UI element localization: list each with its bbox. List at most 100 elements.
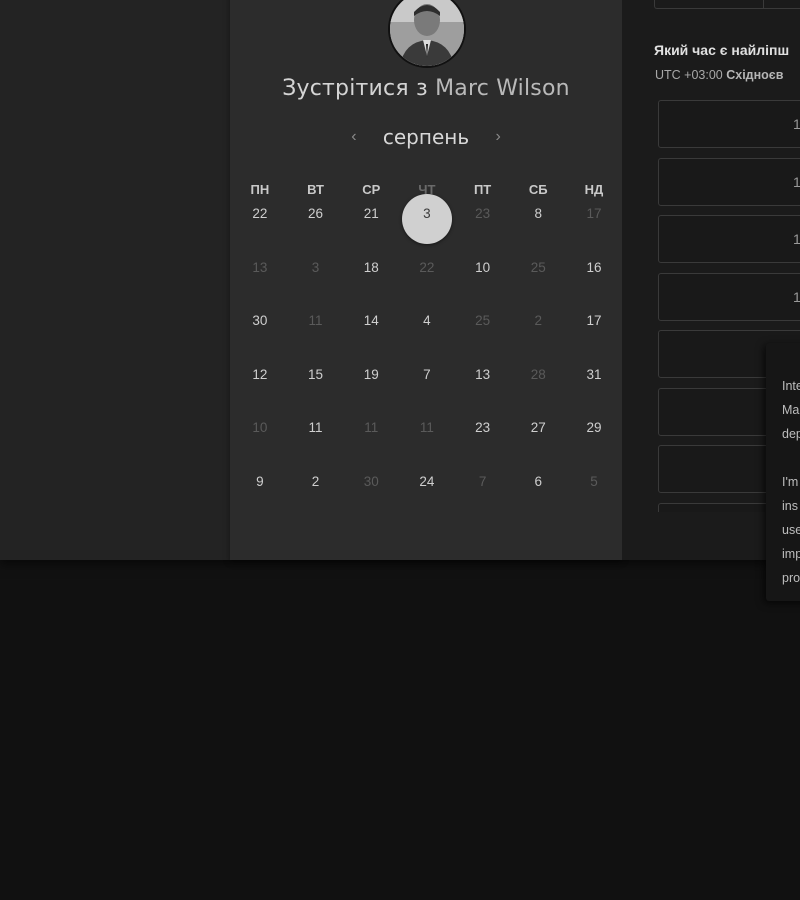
weekday-wed: СР — [362, 182, 381, 197]
time-slot[interactable]: 1 — [658, 272, 800, 321]
calendar-day: 13 — [232, 254, 288, 308]
calendar-day-number: 21 — [363, 206, 379, 221]
calendar-day-number: 9 — [256, 473, 264, 489]
time-slot[interactable]: 1 — [658, 215, 800, 263]
calendar-days-grid: 22 26 21 3 23 8 17 13 3 18 22 10 25 16 30 11 14 4 25 2 17 12 1… — [232, 194, 624, 522]
calendar-day: 2 — [510, 307, 566, 361]
calendar-day[interactable]: 12 — [232, 361, 288, 415]
weekday-mon: ПН — [250, 182, 270, 197]
calendar-day[interactable]: 11 — [288, 414, 344, 468]
calendar-day[interactable]: 8 — [510, 200, 566, 254]
calendar-day: 23 — [455, 200, 511, 254]
calendar-day-number: 13 — [252, 259, 268, 275]
calendar-day-number: 17 — [586, 206, 602, 221]
calendar-day[interactable]: 23 — [455, 414, 511, 468]
calendar-day: 11 — [288, 307, 344, 361]
calendar-day-number: 10 — [475, 259, 491, 275]
weekday-fri: ПТ — [473, 182, 492, 197]
time-slot-label: 1 — [793, 231, 800, 247]
calendar-day: 3 — [288, 254, 344, 308]
calendar-day[interactable]: 22 — [232, 200, 288, 254]
calendar-day[interactable]: 4 — [399, 307, 455, 361]
calendar-day[interactable]: 15 — [288, 361, 344, 415]
time-slot[interactable]: 1 — [658, 100, 800, 148]
calendar-day: 7 — [455, 468, 511, 522]
time-question: Який час є найліпш — [654, 42, 790, 58]
calendar-day: 5 — [566, 468, 622, 522]
calendar-day-number: 29 — [586, 420, 602, 436]
calendar-day-number: 22 — [419, 259, 435, 275]
month-navigation: ‹ серпень › — [230, 122, 622, 152]
calendar-day-number: 2 — [534, 313, 543, 329]
calendar-day[interactable]: 13 — [455, 361, 511, 415]
calendar-day[interactable]: 17 — [566, 307, 622, 361]
calendar-day-number: 3 — [311, 259, 320, 275]
calendar-day[interactable]: 18 — [343, 254, 399, 308]
calendar-day-number: 18 — [363, 259, 379, 275]
calendar-day[interactable]: 6 — [510, 468, 566, 522]
calendar-day: 10 — [232, 414, 288, 468]
timezone-label[interactable]: UTC +03:00 Східноєв — [655, 68, 783, 82]
timezone-name: Східноєв — [726, 68, 784, 82]
calendar-day-number: 31 — [586, 366, 602, 382]
calendar-day-number: 15 — [308, 366, 324, 382]
calendar-day[interactable]: 19 — [343, 361, 399, 415]
view-toggle[interactable] — [654, 0, 800, 9]
calendar-day: 17 — [566, 200, 622, 254]
time-slot-label: 1 — [793, 173, 800, 190]
calendar-day-number: 22 — [252, 206, 268, 221]
calendar-day-number: 4 — [423, 313, 431, 329]
calendar-day[interactable]: 26 — [288, 200, 344, 254]
calendar-day-number: 13 — [475, 366, 491, 382]
weekday-tue: ВТ — [307, 182, 324, 197]
calendar-day[interactable]: 21 — [343, 200, 399, 254]
calendar-day-number: 11 — [308, 420, 323, 436]
weekday-sun: НД — [584, 182, 604, 197]
calendar-day: 30 — [343, 468, 399, 522]
time-slot-label: 1 — [793, 288, 800, 305]
calendar-day-number: 24 — [419, 473, 435, 489]
calendar-day[interactable]: 7 — [399, 361, 455, 415]
calendar-day-number: 25 — [530, 259, 546, 275]
calendar-day[interactable]: 24 — [399, 468, 455, 522]
calendar-day-selected[interactable]: 3 — [399, 194, 455, 254]
calendar-card: Зустрітися з Marc Wilson ‹ серпень › ПН … — [230, 0, 622, 560]
calendar-day-number: 26 — [308, 206, 324, 221]
calendar-day[interactable]: 30 — [232, 307, 288, 361]
calendar-day-number: 30 — [363, 473, 379, 489]
time-slot[interactable]: 1 — [658, 157, 800, 206]
calendar-day-number: 11 — [364, 420, 379, 436]
chevron-right-icon[interactable]: › — [487, 128, 509, 146]
calendar-day-number: 23 — [475, 206, 491, 221]
calendar-day-number: 5 — [590, 473, 598, 489]
calendar-day-number: 12 — [252, 366, 268, 382]
calendar-day-number: 7 — [423, 366, 431, 382]
avatar — [388, 0, 466, 68]
calendar-day: 11 — [343, 414, 399, 468]
host-name: Marc Wilson — [435, 76, 570, 101]
calendar-day[interactable]: 31 — [566, 361, 622, 415]
calendar-day-number: 3 — [423, 206, 431, 221]
calendar-day-number: 30 — [252, 313, 268, 329]
calendar-day[interactable]: 27 — [510, 414, 566, 468]
calendar-day: 11 — [399, 414, 455, 468]
calendar-day[interactable]: 29 — [566, 414, 622, 468]
calendar-day[interactable]: 16 — [566, 254, 622, 308]
calendar-day[interactable]: 14 — [343, 307, 399, 361]
calendar-day-number: 6 — [534, 473, 543, 489]
meeting-title: Зустрітися з Marc Wilson — [230, 76, 622, 101]
calendar-day: 25 — [455, 307, 511, 361]
calendar-day-number: 17 — [586, 313, 602, 329]
host-bio-popover: Inte Ma dep I'm ins use imp pro — [766, 343, 800, 601]
weekday-sat: СБ — [528, 182, 548, 197]
calendar-day-number: 25 — [475, 313, 491, 329]
chevron-left-icon[interactable]: ‹ — [343, 128, 365, 146]
calendar-day-number: 23 — [475, 420, 491, 436]
timezone-offset: UTC +03:00 — [655, 68, 723, 82]
calendar-day[interactable]: 9 — [232, 468, 288, 522]
meeting-title-prefix: Зустрітися з — [282, 76, 428, 101]
calendar-day[interactable]: 2 — [288, 468, 344, 522]
calendar-day-number: 27 — [530, 420, 546, 436]
calendar-day[interactable]: 10 — [455, 254, 511, 308]
calendar-day-number: 19 — [363, 366, 379, 382]
